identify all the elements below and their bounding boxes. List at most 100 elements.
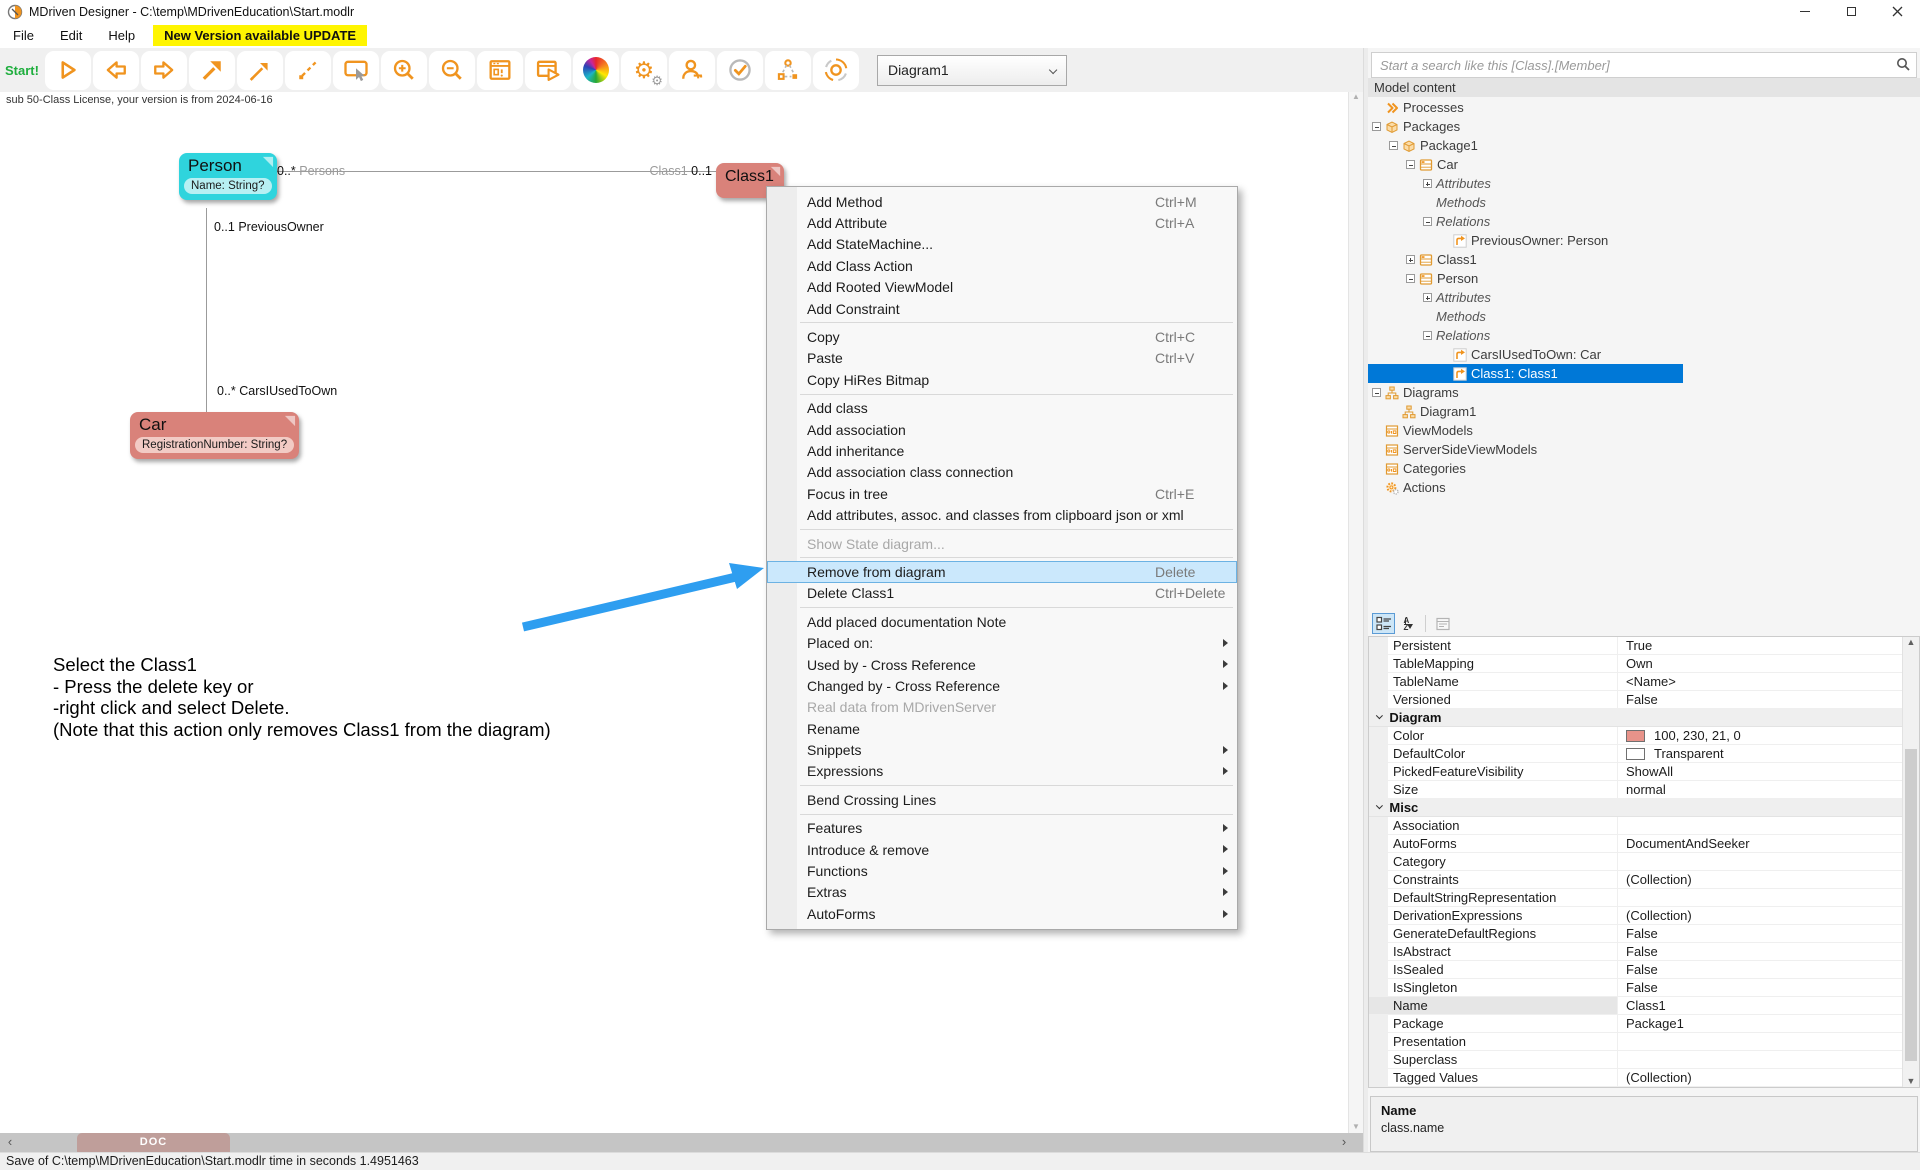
tree-item-diagrams[interactable]: Diagrams: [1368, 383, 1920, 402]
context-menu-item[interactable]: Rename: [767, 718, 1237, 739]
context-menu-item[interactable]: Add Class Action: [767, 255, 1237, 276]
tree-item-viewmodels[interactable]: ViewModels: [1368, 421, 1920, 440]
context-menu-item[interactable]: Placed on:: [767, 632, 1237, 653]
update-notice-button[interactable]: New Version available UPDATE: [153, 25, 367, 46]
property-value[interactable]: (Collection): [1617, 907, 1902, 924]
property-value[interactable]: False: [1617, 979, 1902, 996]
property-value[interactable]: Own: [1617, 655, 1902, 672]
toolbar-button-zoom-in[interactable]: [381, 51, 427, 90]
scroll-up-icon[interactable]: ▲: [1907, 637, 1916, 647]
property-value[interactable]: normal: [1617, 781, 1902, 798]
property-label[interactable]: DefaultColor: [1369, 745, 1617, 762]
expand-icon[interactable]: [1406, 255, 1415, 264]
toolbar-button-forward[interactable]: [141, 51, 187, 90]
property-value[interactable]: [1617, 1051, 1902, 1068]
property-value[interactable]: False: [1617, 943, 1902, 960]
property-label[interactable]: GenerateDefaultRegions: [1369, 925, 1617, 942]
tree-item-relations[interactable]: Relations: [1368, 212, 1920, 231]
class-box-car[interactable]: Car RegistrationNumber: String?: [130, 412, 299, 459]
tree-item-processes[interactable]: Processes: [1368, 98, 1920, 117]
tree-item-person[interactable]: Person: [1368, 269, 1920, 288]
property-value[interactable]: [1617, 853, 1902, 870]
diagram-canvas[interactable]: sub 50-Class License, your version is fr…: [0, 92, 1363, 1133]
menu-edit[interactable]: Edit: [47, 25, 95, 46]
tree-item-class1-class1[interactable]: Class1: Class1: [1368, 364, 1683, 383]
property-label[interactable]: Association: [1369, 817, 1617, 834]
class-attribute[interactable]: Name: String?: [184, 178, 272, 194]
property-category-diagram[interactable]: Diagram: [1369, 709, 1902, 727]
search-icon[interactable]: [1896, 57, 1910, 71]
tree-item-carsiusedtoown-car[interactable]: CarsIUsedToOwn: Car: [1368, 345, 1920, 364]
property-label[interactable]: IsSingleton: [1369, 979, 1617, 996]
property-label[interactable]: AutoForms: [1369, 835, 1617, 852]
menu-help[interactable]: Help: [95, 25, 148, 46]
scroll-right-icon[interactable]: ›: [1335, 1133, 1353, 1152]
context-menu-item[interactable]: Add attributes, assoc. and classes from …: [767, 504, 1237, 525]
toolbar-button-check-circle[interactable]: [717, 51, 763, 90]
property-label[interactable]: IsSealed: [1369, 961, 1617, 978]
property-label[interactable]: TableName: [1369, 673, 1617, 690]
toolbar-button-color-wheel[interactable]: [573, 51, 619, 90]
property-label[interactable]: Presentation: [1369, 1033, 1617, 1050]
property-value[interactable]: 100, 230, 21, 0: [1617, 727, 1902, 744]
tree-item-car[interactable]: Car: [1368, 155, 1920, 174]
minimize-button[interactable]: [1782, 0, 1828, 23]
canvas-vertical-scrollbar[interactable]: ▲ ▼: [1348, 92, 1363, 1133]
property-label[interactable]: Superclass: [1369, 1051, 1617, 1068]
context-menu-item[interactable]: Add MethodCtrl+M: [767, 191, 1237, 212]
collapse-icon[interactable]: [1423, 217, 1432, 226]
tree-item-previousowner-person[interactable]: PreviousOwner: Person: [1368, 231, 1920, 250]
context-menu-item[interactable]: Used by - Cross Reference: [767, 654, 1237, 675]
toolbar-button-person-key[interactable]: [669, 51, 715, 90]
close-button[interactable]: [1874, 0, 1920, 23]
toolbar-button-back[interactable]: [93, 51, 139, 90]
context-menu-item[interactable]: Add association: [767, 419, 1237, 440]
context-menu-item[interactable]: Add AttributeCtrl+A: [767, 212, 1237, 233]
property-value[interactable]: True: [1617, 637, 1902, 654]
start-label[interactable]: Start!: [5, 63, 39, 78]
scroll-left-icon[interactable]: ‹: [1, 1133, 19, 1152]
toolbar-button-arrow-ne[interactable]: [189, 51, 235, 90]
toolbar-button-nodes[interactable]: [765, 51, 811, 90]
property-label[interactable]: Versioned: [1369, 691, 1617, 708]
scroll-down-icon[interactable]: ▼: [1903, 1076, 1919, 1086]
property-value[interactable]: (Collection): [1617, 871, 1902, 888]
context-menu-item[interactable]: Add placed documentation Note: [767, 611, 1237, 632]
scroll-down-icon[interactable]: ▼: [1349, 1122, 1363, 1131]
toolbar-button-gears[interactable]: ⚙⚙: [621, 51, 667, 90]
context-menu-item[interactable]: Add Constraint: [767, 298, 1237, 319]
context-menu-item[interactable]: Features: [767, 818, 1237, 839]
diagram-selector-dropdown[interactable]: Diagram1: [877, 55, 1067, 86]
context-menu-item[interactable]: Changed by - Cross Reference: [767, 675, 1237, 696]
tree-item-diagram1[interactable]: Diagram1: [1368, 402, 1920, 421]
property-label[interactable]: Constraints: [1369, 871, 1617, 888]
property-label[interactable]: Category: [1369, 853, 1617, 870]
context-menu-item[interactable]: Focus in treeCtrl+E: [767, 483, 1237, 504]
property-label[interactable]: PickedFeatureVisibility: [1369, 763, 1617, 780]
tree-item-categories[interactable]: Categories: [1368, 459, 1920, 478]
collapse-icon[interactable]: [1423, 331, 1432, 340]
property-label[interactable]: DerivationExpressions: [1369, 907, 1617, 924]
property-label[interactable]: Persistent: [1369, 637, 1617, 654]
context-menu-item[interactable]: Add StateMachine...: [767, 234, 1237, 255]
toolbar-button-window-dialog[interactable]: [477, 51, 523, 90]
property-label[interactable]: Package: [1369, 1015, 1617, 1032]
toolbar-button-zoom-out[interactable]: [429, 51, 475, 90]
collapse-icon[interactable]: [1372, 122, 1381, 131]
property-label[interactable]: DefaultStringRepresentation: [1369, 889, 1617, 906]
tree-item-methods[interactable]: Methods: [1368, 307, 1920, 326]
property-value[interactable]: False: [1617, 961, 1902, 978]
toolbar-button-play[interactable]: [45, 51, 91, 90]
property-value[interactable]: (Collection): [1617, 1069, 1902, 1086]
toolbar-button-window-play[interactable]: [525, 51, 571, 90]
context-menu-item[interactable]: Delete Class1Ctrl+Delete: [767, 583, 1237, 604]
context-menu-item[interactable]: Copy HiRes Bitmap: [767, 369, 1237, 390]
property-value[interactable]: Class1: [1617, 997, 1902, 1014]
context-menu-item[interactable]: Add Rooted ViewModel: [767, 277, 1237, 298]
property-value[interactable]: [1617, 817, 1902, 834]
context-menu-item[interactable]: AutoForms: [767, 903, 1237, 924]
scroll-up-icon[interactable]: ▲: [1352, 92, 1360, 101]
collapse-icon[interactable]: [1389, 141, 1398, 150]
context-menu-item[interactable]: Functions: [767, 860, 1237, 881]
property-value[interactable]: Package1: [1617, 1015, 1902, 1032]
